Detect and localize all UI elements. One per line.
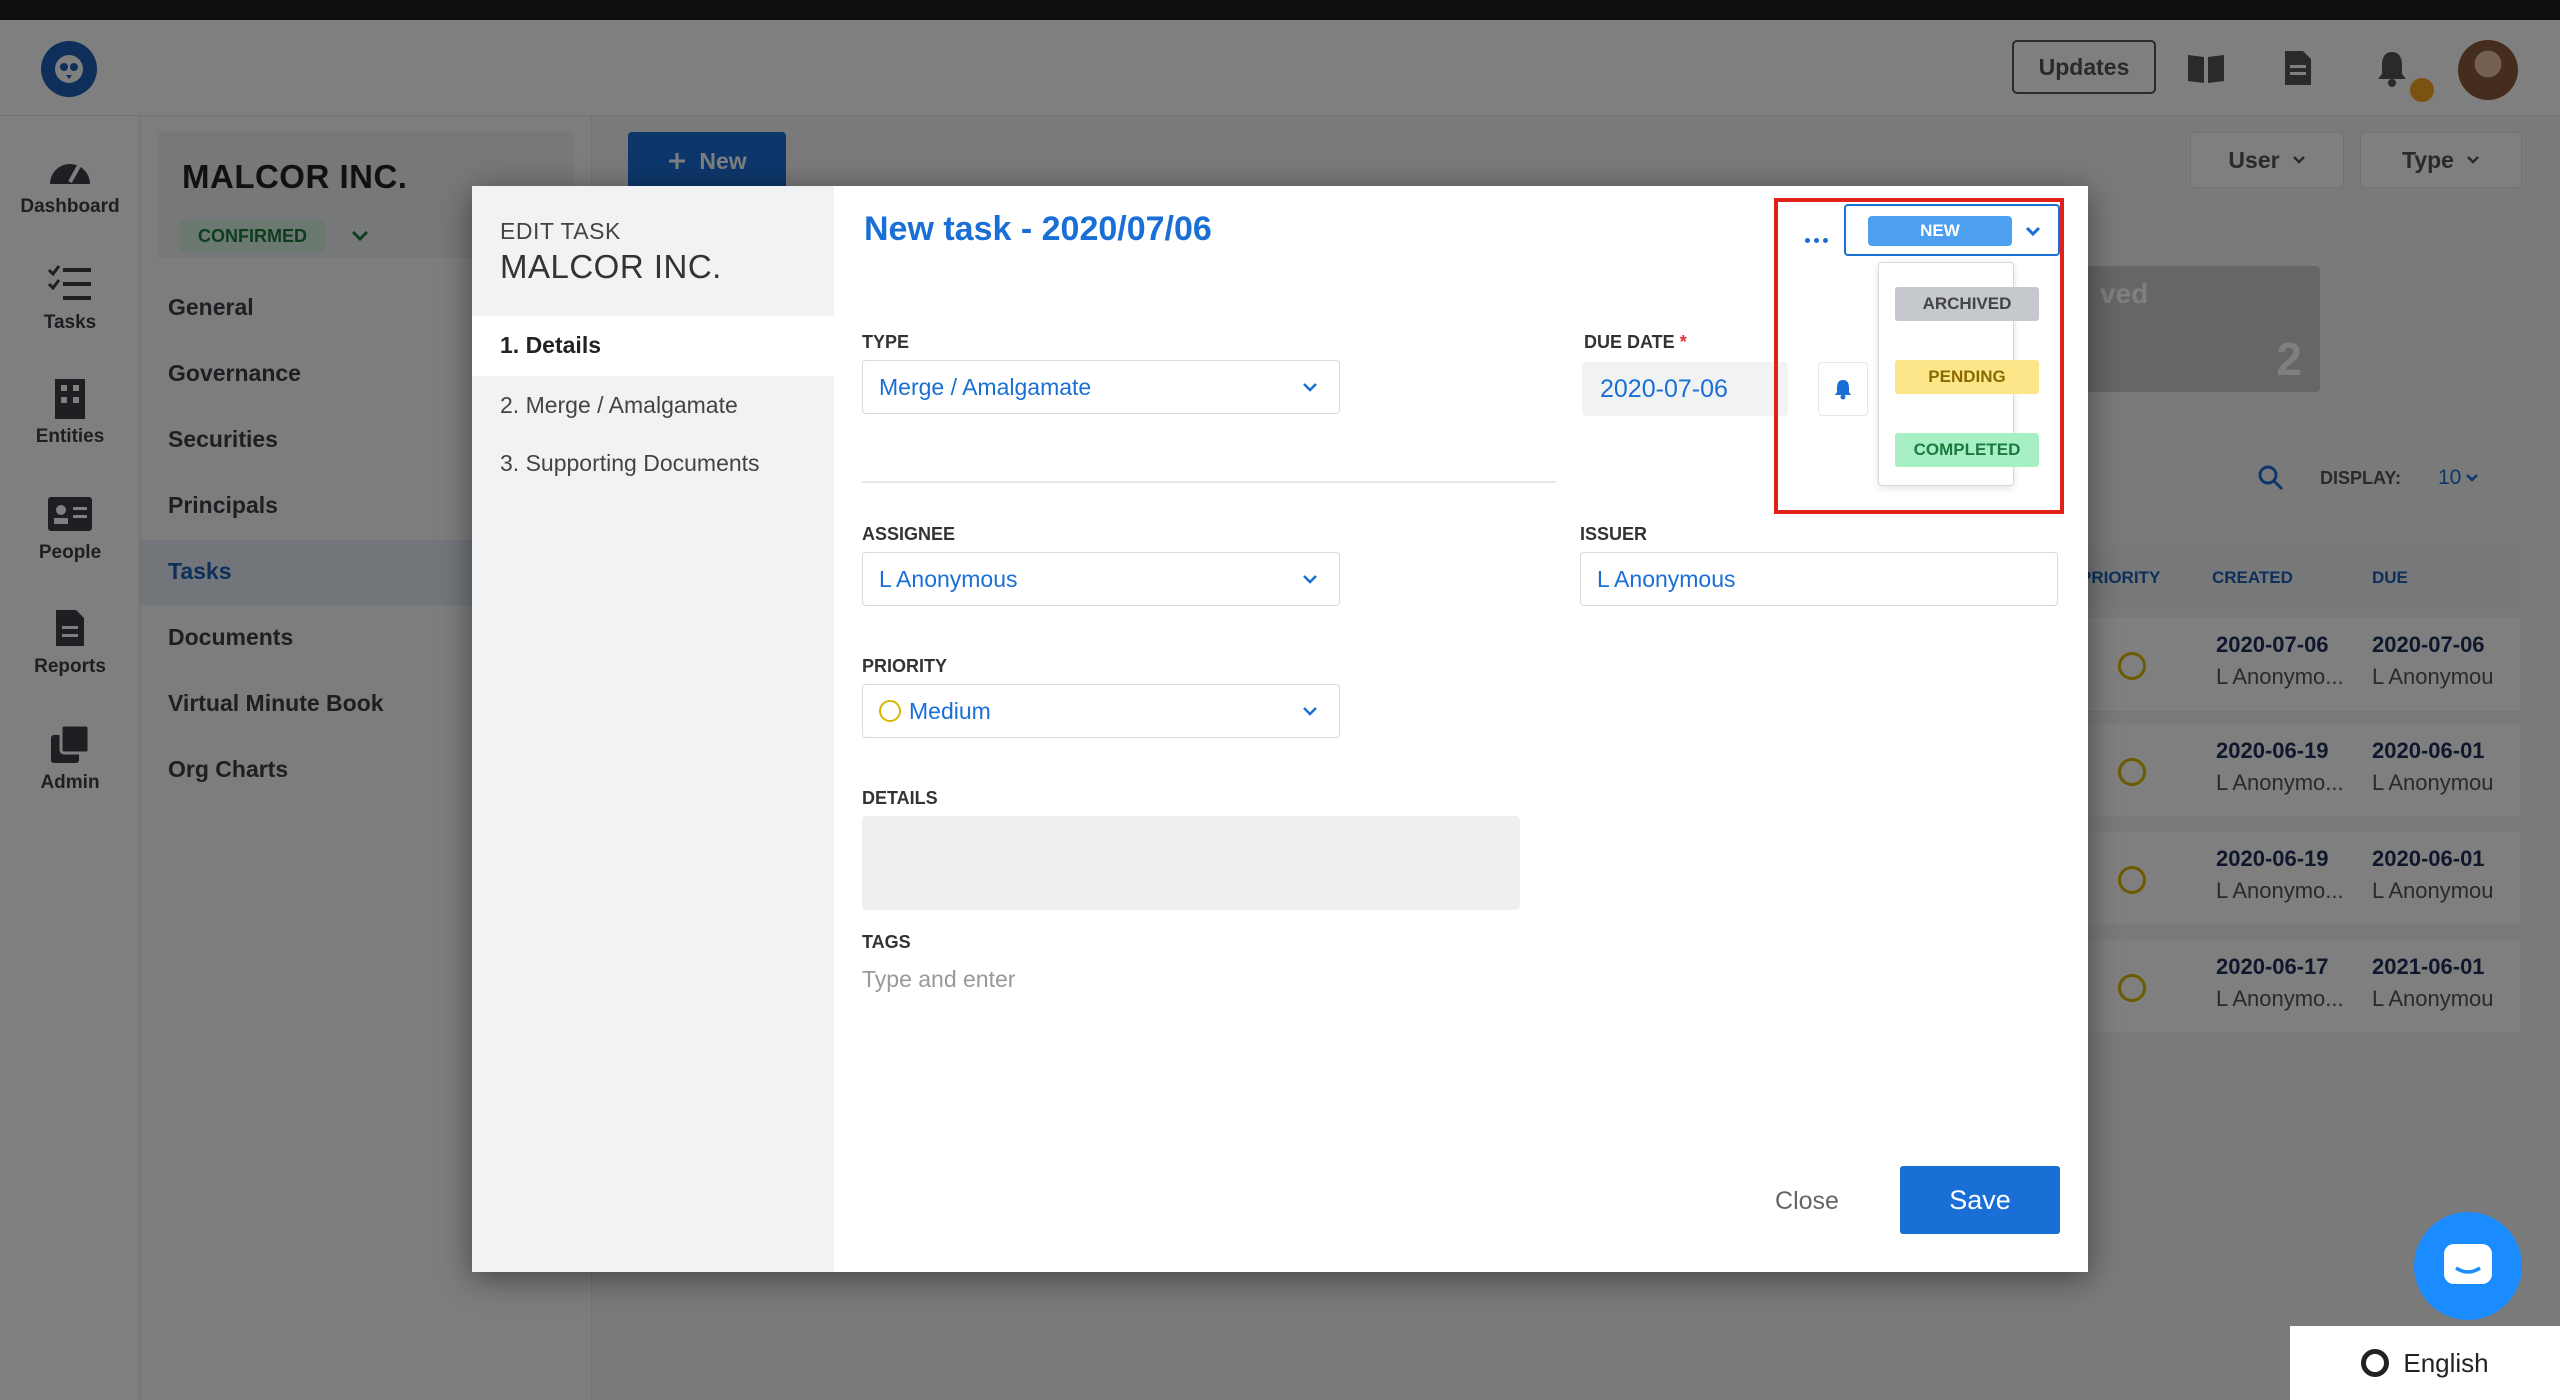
assignee-label: ASSIGNEE [862, 524, 956, 544]
issuer-input[interactable]: L Anonymous [1580, 552, 2058, 606]
modal-title: New task - 2020/07/06 [864, 210, 1212, 248]
type-label: TYPE [862, 332, 910, 352]
chat-icon [2444, 1244, 2492, 1284]
step-details[interactable]: 1. Details [500, 332, 601, 359]
type-select[interactable]: Merge / Amalgamate [862, 360, 1340, 414]
reminder-bell-icon[interactable] [1818, 362, 1868, 416]
details-textarea[interactable] [862, 816, 1520, 910]
edit-task-label: EDIT TASK [500, 218, 621, 244]
more-options-icon[interactable] [1794, 222, 1838, 258]
step-merge-amalgamate[interactable]: 2. Merge / Amalgamate [500, 392, 738, 419]
status-option-pending[interactable]: PENDING [1895, 360, 2039, 394]
chevron-down-icon [1297, 374, 1323, 400]
priority-select[interactable]: Medium [862, 684, 1340, 738]
status-dropdown-menu: ARCHIVED PENDING COMPLETED [1878, 262, 2039, 486]
priority-label: PRIORITY [862, 656, 948, 676]
close-button[interactable]: Close [1762, 1176, 1852, 1226]
language-icon [2361, 1349, 2390, 1377]
chevron-down-icon [1297, 698, 1323, 724]
step-supporting-documents[interactable]: 3. Supporting Documents [500, 450, 760, 477]
chevron-down-icon [1297, 566, 1323, 592]
modal-entity-name: MALCOR INC. [500, 248, 722, 285]
save-button[interactable]: Save [1900, 1166, 2060, 1234]
due-date-input[interactable]: 2020-07-06 [1582, 362, 1788, 416]
status-option-archived[interactable]: ARCHIVED [1895, 287, 2039, 321]
status-select[interactable]: NEW [1844, 204, 2060, 256]
edit-task-modal: EDIT TASK MALCOR INC. 1. Details 2. Merg… [472, 186, 2088, 1272]
issuer-label: ISSUER [1580, 524, 1648, 544]
section-divider [862, 481, 1556, 483]
status-option-completed[interactable]: COMPLETED [1895, 433, 2039, 467]
tags-input[interactable]: Type and enter [862, 966, 1015, 993]
chat-launcher[interactable] [2414, 1212, 2522, 1320]
medium-priority-icon [879, 700, 901, 722]
due-date-label: DUE DATE * [1584, 332, 1687, 352]
modal-sidebar: EDIT TASK MALCOR INC. 1. Details 2. Merg… [472, 186, 834, 1272]
assignee-select[interactable]: L Anonymous [862, 552, 1340, 606]
language-selector[interactable]: English [2290, 1326, 2560, 1400]
status-current-pill: NEW [1868, 216, 2012, 246]
details-label: DETAILS [862, 788, 938, 808]
chevron-down-icon [2020, 218, 2046, 244]
tags-label: TAGS [862, 932, 911, 952]
